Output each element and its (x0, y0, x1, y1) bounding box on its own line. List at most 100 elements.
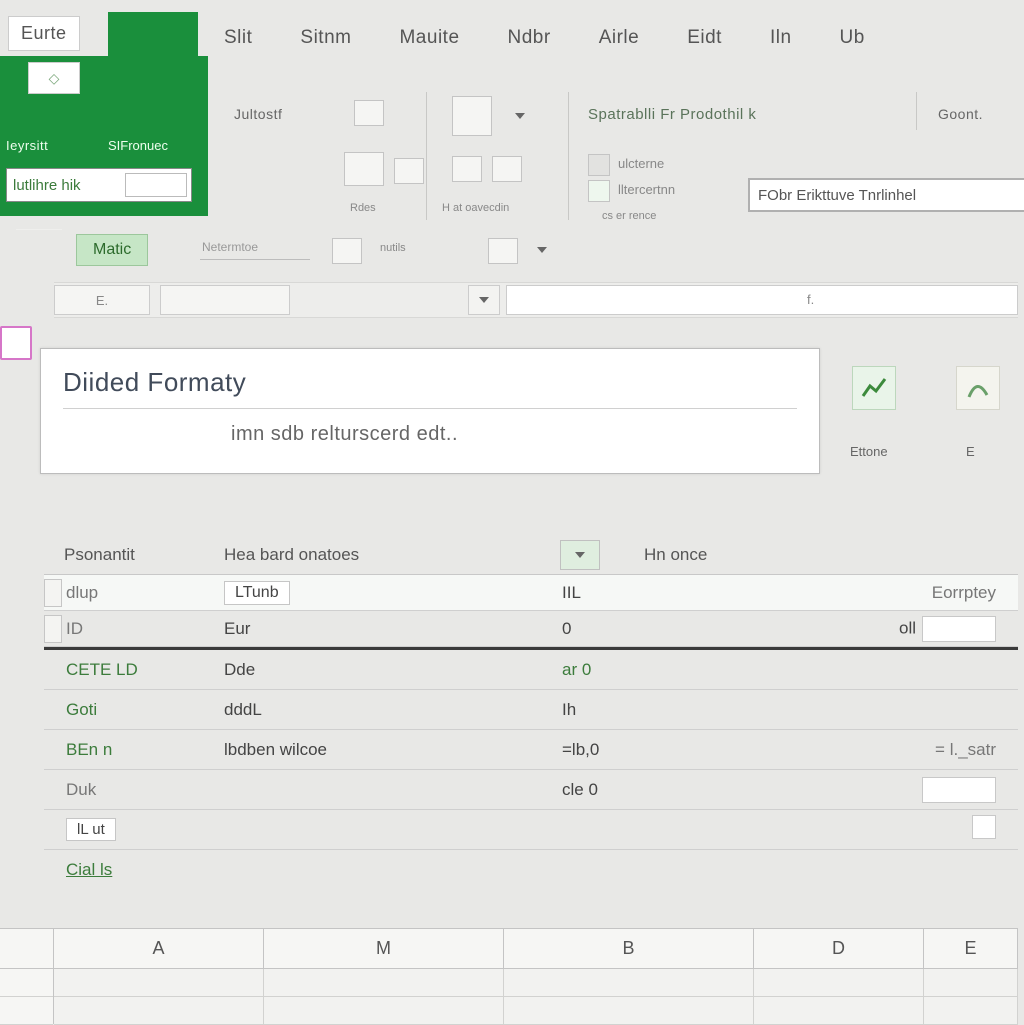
row-handle-icon[interactable] (44, 615, 62, 643)
ribbon-sep-3 (916, 92, 917, 130)
formula-bar[interactable]: f. (506, 285, 1018, 315)
select-all-corner[interactable] (0, 929, 53, 969)
cell-chip[interactable]: LTunb (224, 581, 290, 605)
chart-up-caption: Ettone (850, 444, 888, 459)
row-handle-icon[interactable] (44, 579, 62, 607)
col-header-3[interactable]: Hn once (600, 545, 720, 565)
cell: CETE LD (66, 660, 138, 679)
cell[interactable] (54, 997, 264, 1025)
col-header-dropdown[interactable] (560, 540, 600, 570)
ribbon-btn-a[interactable] (354, 100, 384, 126)
ribbon-tiny-label: nutils (380, 242, 406, 254)
matic-tab[interactable]: Matic (76, 234, 148, 266)
menu-item-1[interactable]: Slit (200, 19, 276, 57)
side-label-right: SIFronuec (108, 138, 168, 153)
cell: 0 (562, 619, 571, 638)
menu-item-file[interactable]: Eurte (8, 16, 80, 51)
table-row[interactable]: BEn n lbdben wilcoe =lb,0 = l._satr (44, 730, 1018, 770)
cell-input[interactable] (922, 777, 996, 803)
cell: = l._satr (935, 740, 996, 759)
ribbon-btn-h[interactable] (488, 238, 518, 264)
side-input[interactable]: lutlihre hik (6, 168, 192, 202)
cell-input[interactable] (922, 616, 996, 642)
cell: lbdben wilcoe (224, 740, 327, 759)
menu-item-5[interactable]: Airle (575, 19, 664, 57)
ribbon-btn-c[interactable] (394, 158, 424, 184)
ribbon-btn-f[interactable] (452, 156, 482, 182)
cell: Eorrptey (932, 583, 996, 602)
ribbon-search-input[interactable]: FObr Erikttuve Tnrlinhel (748, 178, 1024, 212)
chart-up-icon[interactable] (852, 366, 896, 410)
row-header[interactable] (0, 997, 53, 1025)
cell[interactable] (924, 969, 1018, 997)
ribbon-group4-label[interactable]: Goont. (938, 106, 983, 122)
ribbon-group3-mid1[interactable]: ulcterne (618, 156, 664, 171)
table-row[interactable]: ID Eur 0 oll (44, 611, 1018, 647)
table-body: dlup LTunb IIL Eorrptey ID Eur 0 oll CET… (44, 574, 1018, 890)
smart-tag-icon[interactable] (0, 326, 32, 360)
ribbon-group3-mid2[interactable]: lltercertnn (618, 182, 675, 197)
name-box-ext[interactable] (160, 285, 290, 315)
cell: Eur (224, 619, 250, 638)
cell: =lb,0 (562, 740, 599, 759)
cell[interactable] (754, 997, 924, 1025)
cell: cle 0 (562, 780, 598, 799)
quick-launch-icon[interactable]: ◇ (28, 62, 80, 94)
menu-item-8[interactable]: Ub (816, 19, 889, 57)
row-header[interactable] (0, 969, 53, 997)
ribbon-sep-2 (568, 92, 569, 220)
table-row[interactable]: Cial ls (44, 850, 1018, 890)
ribbon-dd-1[interactable] (512, 108, 528, 124)
cell: ar 0 (562, 660, 591, 679)
ribbon-swatch[interactable] (588, 154, 610, 176)
cell: BEn n (66, 740, 112, 759)
side-input-box[interactable] (125, 173, 187, 197)
ribbon-btn-d[interactable] (332, 238, 362, 264)
ribbon-swatch-2[interactable] (588, 180, 610, 202)
ribbon-group1-label: Jultostf (234, 106, 282, 122)
table-row[interactable]: CETE LD Dde ar 0 (44, 650, 1018, 690)
col-header-2[interactable]: Hea bard onatoes (224, 545, 554, 565)
banner-subtitle: imn sdb relturscerd edt.. (41, 409, 819, 446)
cell: ID (66, 619, 83, 638)
menu-item-4[interactable]: Ndbr (484, 19, 575, 57)
cell-chip[interactable]: lL ut (66, 818, 116, 841)
col-header-A[interactable]: A (54, 929, 264, 968)
ribbon-btn-b[interactable] (344, 152, 384, 186)
col-header-M[interactable]: M (264, 929, 504, 968)
cell[interactable] (754, 969, 924, 997)
ribbon-group1-caption: Rdes (350, 202, 376, 214)
col-header-D[interactable]: D (754, 929, 924, 968)
cell[interactable] (264, 997, 504, 1025)
ribbon-btn-g[interactable] (492, 156, 522, 182)
table-row[interactable]: dlup LTunb IIL Eorrptey (44, 575, 1018, 611)
name-box[interactable]: E. (54, 285, 150, 315)
info-banner: Diided Formaty imn sdb relturscerd edt.. (40, 348, 820, 474)
table-row[interactable]: Duk cle 0 (44, 770, 1018, 810)
menu-item-7[interactable]: Iln (746, 19, 816, 57)
ribbon-sep-1 (426, 92, 427, 220)
ribbon-dd-2[interactable] (534, 242, 550, 258)
cell[interactable] (54, 969, 264, 997)
cell-link[interactable]: Cial ls (66, 860, 112, 879)
menu-item-3[interactable]: Mauite (375, 19, 483, 57)
name-box-dropdown[interactable] (468, 285, 500, 315)
data-table: Psonantit Hea bard onatoes Hn once dlup … (44, 536, 1018, 890)
cell: Duk (66, 780, 96, 799)
table-row[interactable]: Goti dddL Ih (44, 690, 1018, 730)
col-header-B[interactable]: B (504, 929, 754, 968)
menu-item-6[interactable]: Eidt (663, 19, 746, 57)
ribbon-search-text: FObr Erikttuve Tnrlinhel (758, 187, 916, 204)
ribbon-btn-e[interactable] (452, 96, 492, 136)
col-header-1[interactable]: Psonantit (44, 545, 224, 565)
row-action-icon[interactable] (972, 815, 996, 839)
csv-icon[interactable] (956, 366, 1000, 410)
cell[interactable] (264, 969, 504, 997)
cell[interactable] (924, 997, 1018, 1025)
col-header-E[interactable]: E (924, 929, 1018, 968)
cell[interactable] (504, 969, 754, 997)
menu-item-2[interactable]: Sitnm (276, 19, 375, 57)
cell[interactable] (504, 997, 754, 1025)
table-row[interactable]: lL ut (44, 810, 1018, 850)
ribbon-group3-top[interactable]: Spatrablli Fr Prodothil k (588, 106, 756, 123)
